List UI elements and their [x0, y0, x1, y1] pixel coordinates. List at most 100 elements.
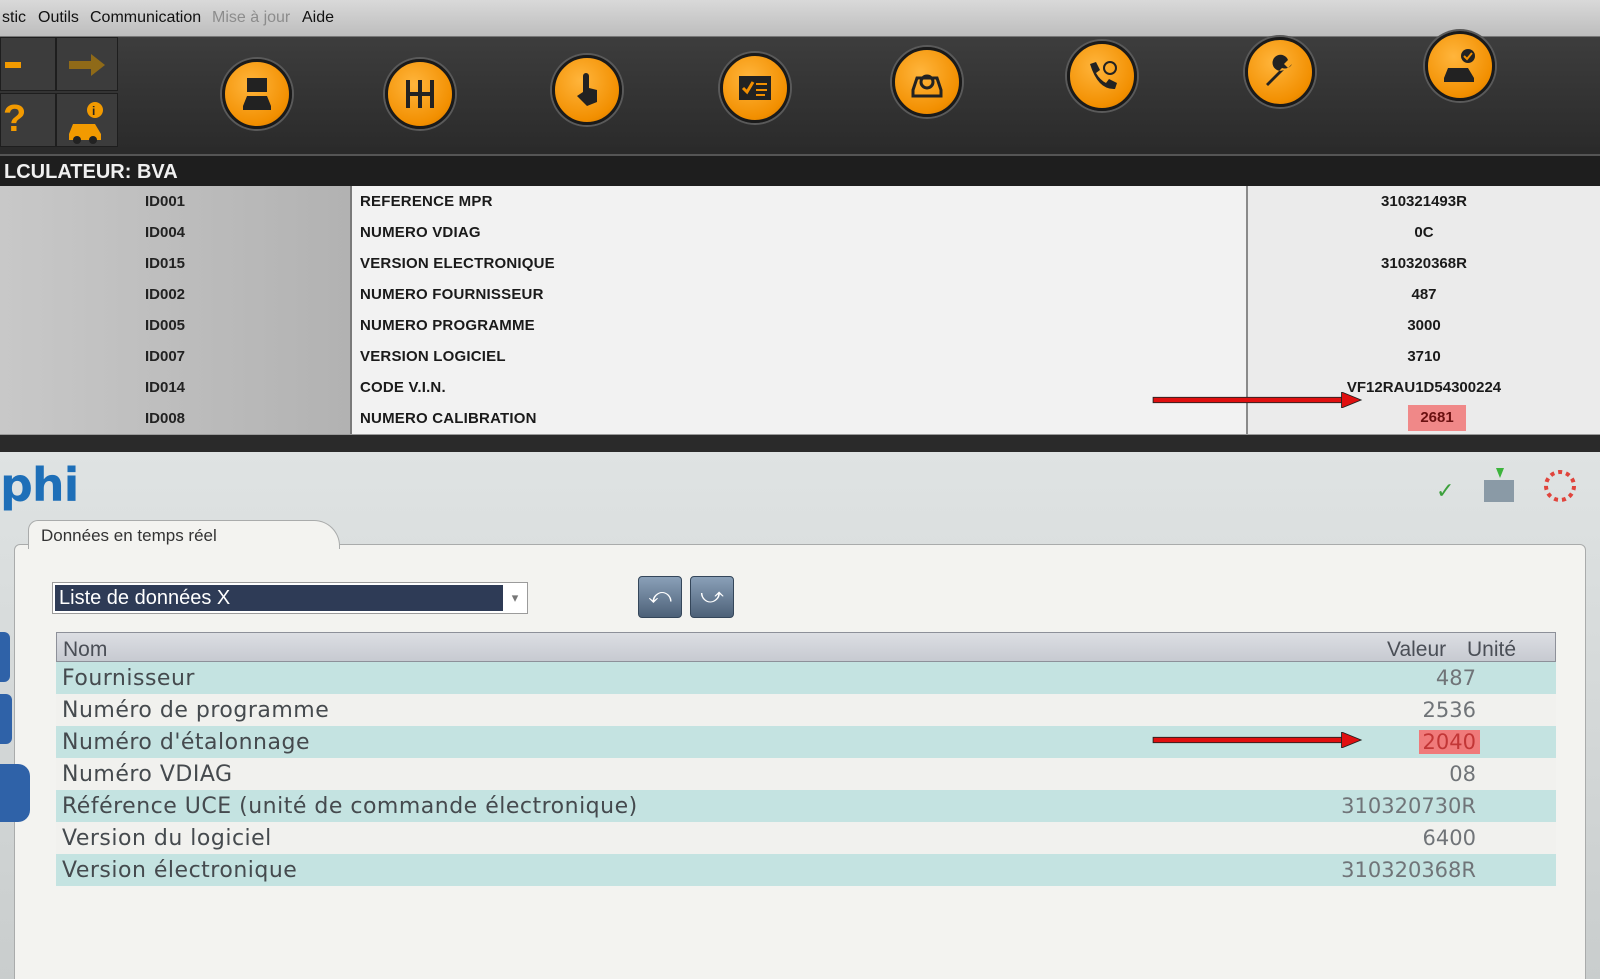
param-value: 08 [1449, 762, 1476, 786]
row-label-cell: REFERENCE MPR [352, 186, 1248, 217]
gearbox-icon [406, 80, 434, 108]
menu-aide[interactable]: Aide [302, 9, 334, 27]
param-value: 310320730R [1341, 794, 1476, 818]
param-name: Numéro de programme [62, 698, 330, 723]
help-question-icon: ? [3, 98, 27, 140]
row-value: 0C [1414, 224, 1434, 241]
phone-support-button[interactable] [1067, 41, 1137, 111]
car-diagnostic-button[interactable] [892, 47, 962, 117]
row-label-cell: VERSION ELECTRONIQUE [352, 248, 1248, 279]
delphi-window: phi ✓ Données en temps réel Liste de don… [0, 452, 1600, 979]
row-label-cell: NUMERO PROGRAMME [352, 310, 1248, 341]
list-item[interactable]: Version électronique 310320368R [56, 854, 1556, 886]
car-info-button[interactable]: i [56, 93, 118, 147]
table-row[interactable]: ID015 VERSION ELECTRONIQUE 310320368R [0, 248, 1600, 280]
row-value-cell: 0C [1248, 217, 1600, 248]
row-label-cell: VERSION LOGICIEL [352, 341, 1248, 372]
menu-diagnostic[interactable]: stic [2, 9, 26, 27]
menu-mise-a-jour[interactable]: Mise à jour [212, 9, 290, 27]
minus-icon [5, 62, 21, 68]
row-label: REFERENCE MPR [360, 193, 493, 210]
touch-hand-icon [577, 73, 597, 106]
row-value: 310320368R [1381, 255, 1467, 272]
side-tab-1[interactable] [0, 632, 10, 682]
col-nom[interactable]: Nom [63, 638, 107, 662]
status-icons: ✓ [1436, 466, 1586, 506]
ecu-title: LCULATEUR: BVA [4, 161, 178, 183]
menu-communication[interactable]: Communication [90, 9, 201, 27]
tab-donnees-temps-reel[interactable]: Données en temps réel [28, 520, 340, 549]
row-value-cell: 487 [1248, 279, 1600, 310]
brand-logo: phi [0, 458, 79, 512]
car-screen-button[interactable] [222, 59, 292, 129]
wrench-button[interactable] [1245, 37, 1315, 107]
row-label-cell: NUMERO FOURNISSEUR [352, 279, 1248, 310]
tab-label: Données en temps réel [41, 526, 217, 545]
param-name: Référence UCE (unité de commande électro… [62, 794, 638, 819]
car-info-icon: i [69, 102, 103, 144]
touch-button[interactable] [552, 55, 622, 125]
row-id: ID014 [145, 379, 186, 396]
param-value: 2040 [1418, 730, 1480, 754]
help-button[interactable]: ? [0, 93, 56, 147]
forward-button[interactable] [56, 37, 118, 91]
row-label: NUMERO PROGRAMME [360, 317, 535, 334]
table-row[interactable]: ID005 NUMERO PROGRAMME 3000 [0, 310, 1600, 342]
param-name: Numéro d'étalonnage [62, 730, 310, 755]
data-list-selected: Liste de données X [55, 585, 503, 611]
forward-button[interactable]: ⤻ [690, 576, 734, 618]
row-id-cell: ID002 [0, 279, 352, 310]
row-id: ID015 [145, 255, 186, 272]
menu-outils[interactable]: Outils [38, 9, 79, 27]
row-id: ID007 [145, 348, 186, 365]
list-item[interactable]: Fournisseur 487 [56, 662, 1556, 694]
connection-icon [1484, 468, 1514, 502]
param-name: Numéro VDIAG [62, 762, 233, 787]
row-value-cell: 310320368R [1248, 248, 1600, 279]
toolbar: ? i [0, 31, 1600, 147]
list-item[interactable]: Référence UCE (unité de commande électro… [56, 790, 1556, 822]
table-header: Nom Valeur Unité [56, 632, 1556, 662]
svg-text:i: i [92, 104, 95, 118]
row-label: VERSION LOGICIEL [360, 348, 506, 365]
col-unite[interactable]: Unité [1467, 638, 1516, 662]
param-value: 6400 [1422, 826, 1476, 850]
clip-diagnostic-window: stic Outils Communication Mise à jour Ai… [0, 0, 1600, 452]
row-label-cell: NUMERO VDIAG [352, 217, 1248, 248]
list-item[interactable]: Numéro de programme 2536 [56, 694, 1556, 726]
chevron-down-icon[interactable]: ▾ [505, 585, 525, 611]
row-value-cell: 310321493R [1248, 186, 1600, 217]
col-valeur[interactable]: Valeur [1387, 638, 1446, 662]
row-label: NUMERO VDIAG [360, 224, 481, 241]
side-tab-2[interactable] [0, 694, 12, 744]
list-item[interactable]: Version du logiciel 6400 [56, 822, 1556, 854]
row-value: 3000 [1407, 317, 1441, 334]
row-id-cell: ID001 [0, 186, 352, 217]
car-diagnostic-icon [911, 74, 943, 98]
table-row[interactable]: ID007 VERSION LOGICIEL 3710 [0, 341, 1600, 373]
check-icon: ✓ [1436, 478, 1455, 503]
row-label: NUMERO FOURNISSEUR [360, 286, 544, 303]
wrench-icon [1266, 54, 1292, 86]
row-value: 310321493R [1381, 193, 1467, 210]
row-label: CODE V.I.N. [360, 379, 446, 396]
row-id: ID004 [145, 224, 186, 241]
loading-icon [1544, 470, 1576, 502]
back-button[interactable]: ⤺ [638, 576, 682, 618]
car-check-button[interactable] [1425, 31, 1495, 101]
menu-bar: stic Outils Communication Mise à jour Ai… [0, 0, 1600, 37]
row-id-cell: ID005 [0, 310, 352, 341]
gearbox-button[interactable] [385, 59, 455, 129]
checklist-button[interactable] [720, 53, 790, 123]
minus-button[interactable] [0, 37, 56, 91]
table-row[interactable]: ID001 REFERENCE MPR 310321493R [0, 186, 1600, 218]
data-list-select[interactable]: Liste de données X ▾ [52, 582, 528, 614]
table-row[interactable]: ID004 NUMERO VDIAG 0C [0, 217, 1600, 249]
ecu-title-bar: LCULATEUR: BVA [0, 154, 1600, 188]
row-id: ID008 [145, 410, 186, 427]
param-value: 2536 [1422, 698, 1476, 722]
row-value: 487 [1411, 286, 1437, 303]
table-row[interactable]: ID002 NUMERO FOURNISSEUR 487 [0, 279, 1600, 311]
side-tab-3[interactable] [0, 764, 30, 822]
list-item[interactable]: Numéro VDIAG 08 [56, 758, 1556, 790]
